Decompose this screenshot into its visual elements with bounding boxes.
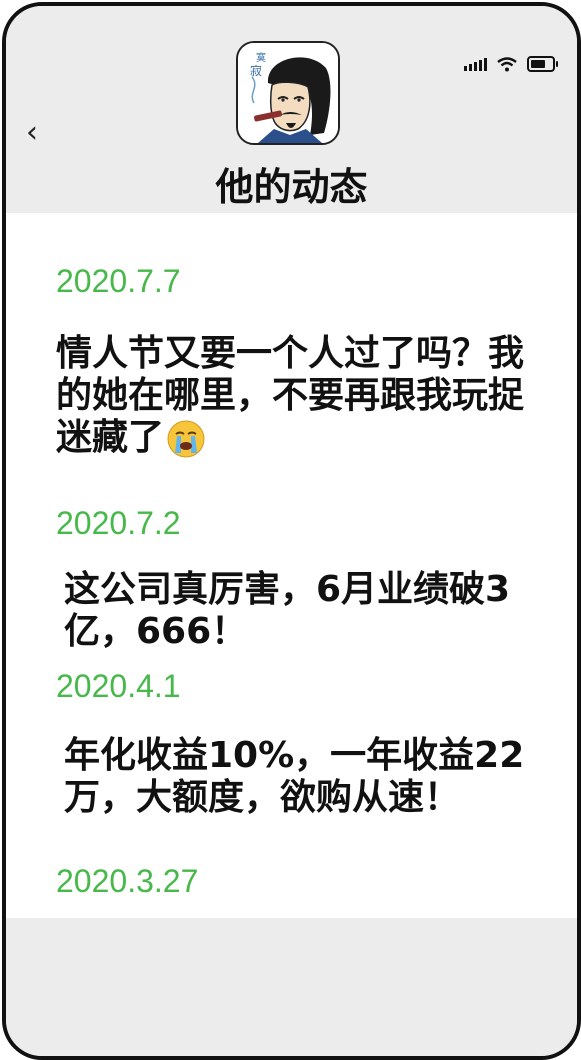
post-date: 2020.4.1: [56, 668, 181, 704]
post-text-content: 情人节又要一个人过了吗？我的她在哪里，不要再跟我玩捉迷藏了: [56, 333, 525, 458]
chevron-left-icon: ‹: [26, 115, 38, 150]
wifi-icon: [497, 56, 517, 71]
svg-text:寞: 寞: [256, 51, 266, 64]
post-date: 2020.7.7: [56, 263, 181, 299]
phone-frame: ‹ 寞 寂 他的动态 2020.7.7 情人节又要一个人过了吗？我的她在哪里，不…: [2, 2, 581, 1060]
avatar-illustration: 寞 寂: [238, 43, 338, 143]
signal-icon: [464, 57, 487, 71]
profile-header: ‹ 寞 寂 他的动态: [6, 6, 577, 213]
bottom-area: [6, 918, 577, 1056]
avatar[interactable]: 寞 寂: [236, 41, 340, 145]
battery-icon: [527, 56, 558, 72]
svg-text:寂: 寂: [250, 63, 262, 78]
feed[interactable]: 2020.7.7 情人节又要一个人过了吗？我的她在哪里，不要再跟我玩捉迷藏了 2…: [6, 213, 577, 918]
post-text: 情人节又要一个人过了吗？我的她在哪里，不要再跟我玩捉迷藏了: [56, 333, 546, 459]
status-bar: [464, 56, 558, 72]
page-title: 他的动态: [215, 165, 368, 209]
post-date: 2020.3.27: [56, 863, 199, 899]
back-button[interactable]: ‹: [26, 118, 38, 148]
post-date: 2020.7.2: [56, 505, 181, 541]
crying-face-icon: [167, 420, 205, 458]
post-text: 这公司真厉害，6月业绩破3亿，666！: [64, 569, 511, 652]
post-text: 年化收益10%，一年收益22万，大额度，欲购从速！: [64, 735, 525, 818]
